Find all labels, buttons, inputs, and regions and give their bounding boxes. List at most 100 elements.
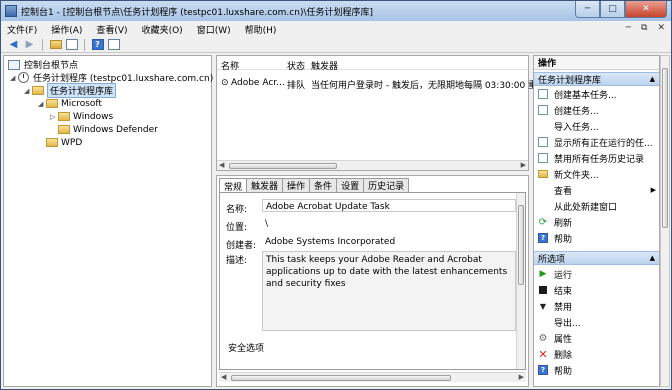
section-selected-item[interactable]: 所选项 ▲ (534, 251, 659, 265)
folder-icon (32, 86, 44, 95)
window-title: 控制台1 - [控制台根节点\任务计划程序 (testpc01.luxshare… (21, 7, 373, 18)
tab-triggers[interactable]: 触发器 (246, 178, 284, 192)
minimize-button[interactable]: ─ (575, 1, 600, 18)
task-description-field[interactable]: This task keeps your Adobe Reader and Ac… (262, 251, 516, 331)
menu-help[interactable]: 帮助(H) (245, 23, 277, 36)
blank-icon (538, 121, 548, 131)
disable-icon: ▼ (539, 301, 547, 311)
menu-action[interactable]: 操作(A) (51, 23, 82, 36)
action-help-selected[interactable]: ? 帮助 (538, 363, 658, 377)
task-location-field[interactable]: \ (262, 217, 516, 230)
show-hide-tree-button[interactable] (65, 39, 78, 51)
action-disable-history[interactable]: 禁用所有任务历史记录 (538, 151, 658, 165)
scroll-left-icon[interactable]: ◀ (219, 161, 224, 169)
action-refresh[interactable]: ⟳ 刷新 (538, 215, 658, 229)
expand-arrow-icon[interactable]: ▷ (50, 113, 58, 121)
action-disable[interactable]: ▼ 禁用 (538, 299, 658, 313)
close-button[interactable]: ✕ (625, 1, 667, 18)
action-new-folder[interactable]: 新文件夹... (538, 167, 658, 181)
menu-window[interactable]: 窗口(W) (197, 23, 231, 36)
action-label: 从此处新建窗口 (554, 202, 618, 213)
child-minimize-button[interactable]: ─ (626, 23, 631, 33)
tree-item-windows-defender[interactable]: Windows Defender (58, 123, 158, 136)
action-label: 导出... (554, 318, 581, 329)
action-create-basic-task[interactable]: 创建基本任务... (538, 87, 658, 101)
scroll-thumb[interactable] (231, 375, 451, 381)
back-arrow-icon[interactable]: ◀ (7, 39, 20, 51)
action-end[interactable]: 结束 (538, 283, 658, 297)
action-import-task[interactable]: 导入任务... (538, 119, 658, 133)
column-status[interactable]: 状态 (287, 59, 305, 72)
scroll-thumb[interactable] (662, 68, 668, 228)
action-show-running[interactable]: 显示所有正在运行的任... (538, 135, 658, 149)
action-run[interactable]: ▶ 运行 (538, 267, 658, 281)
name-label: 名称: (226, 205, 248, 215)
scroll-right-icon[interactable]: ▶ (519, 373, 524, 381)
description-label: 描述: (226, 256, 248, 266)
action-view[interactable]: 查看 ▶ (538, 183, 658, 197)
maximize-button[interactable]: □ (600, 1, 625, 18)
folder-icon (46, 138, 58, 147)
action-create-task[interactable]: 创建任务... (538, 103, 658, 117)
task-author-field[interactable]: Adobe Systems Incorporated (262, 235, 516, 248)
collapse-arrow-icon[interactable]: ◢ (38, 100, 46, 108)
action-label: 显示所有正在运行的任... (554, 138, 653, 149)
collapse-section-icon[interactable]: ▲ (650, 254, 655, 262)
details-hscrollbar[interactable]: ◀ ▶ (219, 372, 526, 382)
actions-title: 操作 (534, 56, 659, 70)
collapse-arrow-icon[interactable]: ◢ (24, 87, 32, 95)
scroll-left-icon[interactable]: ◀ (221, 373, 226, 381)
scroll-thumb[interactable] (229, 163, 337, 169)
menu-view[interactable]: 查看(V) (96, 23, 127, 36)
child-close-button[interactable]: ✕ (657, 23, 665, 33)
task-list-hscrollbar[interactable]: ◀ ▶ (217, 160, 528, 170)
stop-square-icon (539, 286, 547, 294)
scroll-thumb[interactable] (518, 205, 524, 285)
help-icon: ? (538, 233, 548, 243)
tree-item-windows[interactable]: ▷ Windows (50, 110, 113, 123)
collapse-section-icon[interactable]: ▲ (650, 75, 655, 83)
tab-conditions[interactable]: 条件 (309, 178, 338, 192)
action-export[interactable]: 导出... (538, 315, 658, 329)
action-label: 新文件夹... (554, 170, 599, 181)
actions-vscrollbar[interactable] (660, 55, 670, 387)
forward-arrow-icon[interactable]: ▶ (23, 39, 36, 51)
up-folder-button[interactable] (49, 39, 62, 51)
action-help[interactable]: ? 帮助 (538, 231, 658, 245)
tab-general[interactable]: 常规 (219, 178, 248, 193)
tab-settings[interactable]: 设置 (336, 178, 365, 192)
action-label: 禁用 (554, 302, 573, 313)
tree-item-label: 任务计划程序库 (47, 83, 117, 98)
action-new-window[interactable]: 从此处新建窗口 (538, 199, 658, 213)
tab-history[interactable]: 历史记录 (363, 178, 410, 192)
help-button[interactable]: ? (91, 39, 104, 51)
child-window-controls: ─ ⧉ ✕ (626, 23, 665, 33)
tree-item-label: 控制台根节点 (24, 61, 79, 71)
menu-favorites[interactable]: 收藏夹(O) (142, 23, 183, 36)
table-row[interactable]: ⊙ Adobe Acr... 排队 当任何用户登录时 - 触发后，无限期地每隔 … (217, 76, 564, 91)
section-label: 所选项 (538, 254, 566, 265)
tree-item-microsoft[interactable]: ◢ Microsoft (38, 97, 102, 110)
action-properties[interactable]: ⚙ 属性 (538, 331, 658, 345)
scroll-right-icon[interactable]: ▶ (521, 161, 526, 169)
section-library-actions[interactable]: 任务计划程序库 ▲ (534, 72, 659, 86)
tree-item-root[interactable]: 控制台根节点 (8, 58, 78, 71)
task-name-field[interactable]: Adobe Acrobat Update Task (262, 199, 516, 212)
tree-item-wpd[interactable]: WPD (46, 136, 82, 149)
menu-file[interactable]: 文件(F) (7, 23, 37, 36)
action-label: 结束 (554, 286, 573, 297)
details-vscrollbar[interactable] (516, 193, 525, 369)
general-tab-panel: 名称: Adobe Acrobat Update Task 位置: \ 创建者:… (219, 192, 526, 370)
child-restore-button[interactable]: ⧉ (641, 23, 647, 33)
action-delete[interactable]: ✕ 删除 (538, 347, 658, 361)
collapse-arrow-icon[interactable]: ◢ (10, 74, 18, 82)
action-label: 删除 (554, 350, 573, 361)
tree-item-library[interactable]: ◢ 任务计划程序库 (24, 83, 117, 98)
column-trigger[interactable]: 触发器 (311, 59, 338, 72)
action-pane-button[interactable] (107, 39, 120, 51)
tab-actions[interactable]: 操作 (282, 178, 311, 192)
tree-item-label: Windows Defender (73, 124, 158, 135)
task-list: 名称 状态 触发器 ⊙ Adobe Acr... 排队 当任何用户登录时 - 触… (216, 55, 564, 171)
column-name[interactable]: 名称 (221, 59, 239, 72)
security-options-group: 安全选项 (228, 344, 265, 354)
